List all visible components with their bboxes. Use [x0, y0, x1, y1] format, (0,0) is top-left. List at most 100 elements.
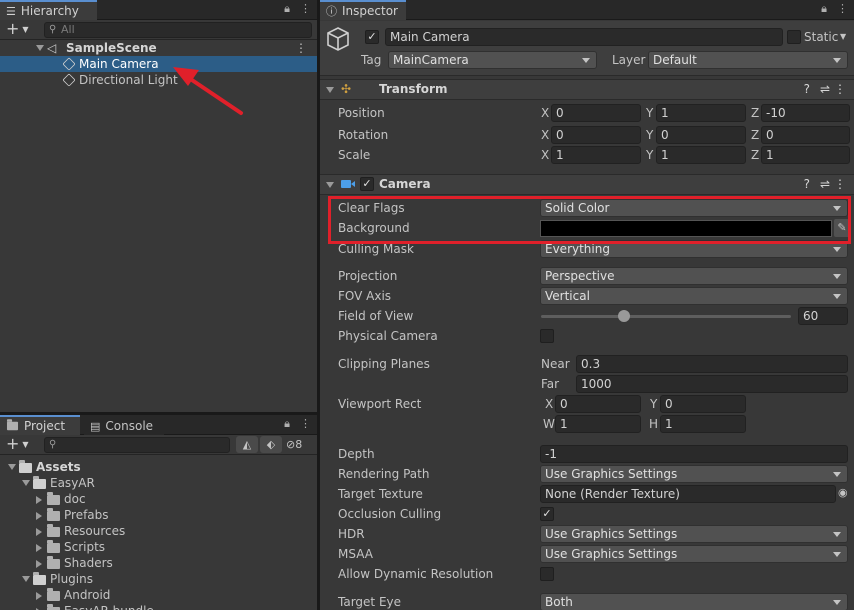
project-tree-item[interactable]: Scripts [0, 539, 317, 555]
collapse-arrow-icon[interactable] [36, 512, 42, 520]
tab-inspector[interactable]: ⓘ Inspector [320, 0, 406, 20]
tag-dropdown[interactable]: MainCamera [388, 51, 597, 69]
project-tree-item[interactable]: Assets [0, 459, 317, 475]
scale-z-input[interactable]: 1 [761, 146, 850, 164]
layer-dropdown[interactable]: Default [648, 51, 848, 69]
project-tree-item[interactable]: Shaders [0, 555, 317, 571]
folder-icon [47, 492, 60, 505]
chevron-down-icon: ▼ [22, 24, 29, 34]
component-menu-icon[interactable]: ⋮ [834, 80, 846, 99]
target-eye-dropdown[interactable]: Both [540, 593, 848, 610]
vp-x-input[interactable]: 0 [555, 395, 641, 413]
vp-x-label: X [545, 397, 554, 411]
lock-icon[interactable]: 🔒︎ [284, 2, 290, 16]
hierarchy-tabbar: ☰ Hierarchy 🔒︎ ⋮ [0, 0, 317, 20]
scene-row[interactable]: ◁ SampleScene ⋮ [0, 40, 317, 56]
expand-arrow-icon[interactable] [8, 464, 16, 470]
position-z-input[interactable]: -10 [761, 104, 850, 122]
project-tree-item[interactable]: Plugins [0, 571, 317, 587]
position-y-input[interactable]: 1 [656, 104, 746, 122]
hierarchy-panel: ☰ Hierarchy 🔒︎ ⋮ + ▼ ⚲ All ◁ SampleScene … [0, 0, 317, 412]
inspector-tab-tools: 🔒︎ ⋮ [821, 2, 848, 16]
lock-icon[interactable]: 🔒︎ [821, 2, 827, 16]
collapse-arrow-icon[interactable] [36, 528, 42, 536]
projection-dropdown[interactable]: Perspective [540, 267, 848, 285]
rotation-z-input[interactable]: 0 [761, 126, 850, 144]
collapse-arrow-icon[interactable] [36, 544, 42, 552]
component-menu-icon[interactable]: ⋮ [834, 175, 846, 194]
annotation-highlight-box [328, 196, 851, 244]
fov-slider-handle[interactable] [617, 310, 630, 322]
kebab-menu-icon[interactable]: ⋮ [837, 2, 848, 16]
fov-axis-dropdown[interactable]: Vertical [540, 287, 848, 305]
rendering-path-dropdown[interactable]: Use Graphics Settings [540, 465, 848, 483]
msaa-dropdown[interactable]: Use Graphics Settings [540, 545, 848, 563]
project-search-input[interactable]: ⚲ [44, 437, 230, 453]
fov-input[interactable]: 60 [798, 307, 848, 325]
hierarchy-search-input[interactable]: ⚲ All [44, 22, 312, 38]
foldout-arrow-icon[interactable] [326, 87, 334, 93]
hidden-packages-button[interactable]: ⊘8 [286, 436, 302, 453]
add-button[interactable]: + ▼ [6, 435, 29, 454]
scale-x-input[interactable]: 1 [551, 146, 641, 164]
static-dropdown-icon[interactable]: ▼ [840, 32, 846, 41]
rotation-y-input[interactable]: 0 [656, 126, 746, 144]
project-tree-item[interactable]: EasyAR [0, 475, 317, 491]
far-input[interactable]: 1000 [576, 375, 848, 393]
collapse-arrow-icon[interactable] [36, 592, 42, 600]
vp-h-input[interactable]: 1 [660, 415, 746, 433]
tab-project[interactable]: Project [0, 415, 80, 435]
add-button[interactable]: + ▼ [6, 20, 29, 39]
filter-by-type-icon[interactable]: ◭ [236, 436, 258, 453]
lock-icon[interactable]: 🔒︎ [284, 417, 290, 431]
depth-input[interactable]: -1 [540, 445, 848, 463]
occlusion-culling-checkbox[interactable]: ✓ [540, 507, 554, 521]
hierarchy-item-directional-light[interactable]: Directional Light [0, 72, 317, 88]
help-icon[interactable]: ? [804, 80, 810, 99]
static-checkbox[interactable] [787, 30, 801, 44]
help-icon[interactable]: ? [804, 175, 810, 194]
project-tree-item[interactable]: EasyAR bundle [0, 603, 317, 610]
layer-label: Layer [612, 53, 646, 67]
filter-by-label-icon[interactable]: ⬖ [260, 436, 282, 453]
target-texture-field[interactable]: None (Render Texture) [540, 485, 836, 503]
position-z-label: Z [751, 106, 760, 120]
foldout-arrow-icon[interactable] [326, 182, 334, 188]
presets-icon[interactable]: ⇌ [820, 175, 830, 194]
project-tree-item[interactable]: Prefabs [0, 507, 317, 523]
physical-camera-checkbox[interactable] [540, 329, 554, 343]
expand-arrow-icon[interactable] [22, 576, 30, 582]
hierarchy-item-main-camera[interactable]: Main Camera [0, 56, 317, 72]
dynamic-resolution-checkbox[interactable] [540, 567, 554, 581]
clipping-planes-label: Clipping Planes [338, 357, 430, 371]
transform-header[interactable]: ✣ Transform ? ⇌ ⋮ [320, 79, 854, 100]
scale-y-input[interactable]: 1 [656, 146, 746, 164]
vp-h-label: H [649, 417, 659, 431]
vp-w-input[interactable]: 1 [555, 415, 641, 433]
hdr-dropdown[interactable]: Use Graphics Settings [540, 525, 848, 543]
active-checkbox[interactable]: ✓ [365, 30, 379, 44]
near-input[interactable]: 0.3 [576, 355, 848, 373]
collapse-arrow-icon[interactable] [36, 560, 42, 568]
project-tree-item[interactable]: Resources [0, 523, 317, 539]
rotation-x-input[interactable]: 0 [551, 126, 641, 144]
camera-enabled-checkbox[interactable]: ✓ [360, 177, 374, 191]
tab-console[interactable]: ▤ Console [84, 415, 164, 435]
presets-icon[interactable]: ⇌ [820, 80, 830, 99]
fov-slider-track[interactable] [541, 315, 791, 318]
expand-arrow-icon[interactable] [22, 480, 30, 486]
scene-kebab-icon[interactable]: ⋮ [295, 40, 307, 56]
object-picker-icon[interactable]: ◉ [838, 486, 848, 499]
project-tree-item[interactable]: doc [0, 491, 317, 507]
position-x-input[interactable]: 0 [551, 104, 641, 122]
kebab-menu-icon[interactable]: ⋮ [300, 2, 311, 16]
vp-y-input[interactable]: 0 [660, 395, 746, 413]
project-tree-item[interactable]: Android [0, 587, 317, 603]
collapse-arrow-icon[interactable] [36, 496, 42, 504]
tab-hierarchy[interactable]: ☰ Hierarchy [0, 0, 97, 20]
object-name-input[interactable]: Main Camera [385, 28, 783, 46]
expand-arrow-icon[interactable] [36, 45, 44, 51]
camera-header[interactable]: ✓ Camera ? ⇌ ⋮ [320, 174, 854, 195]
kebab-menu-icon[interactable]: ⋮ [300, 417, 311, 431]
folder-icon [47, 540, 60, 553]
